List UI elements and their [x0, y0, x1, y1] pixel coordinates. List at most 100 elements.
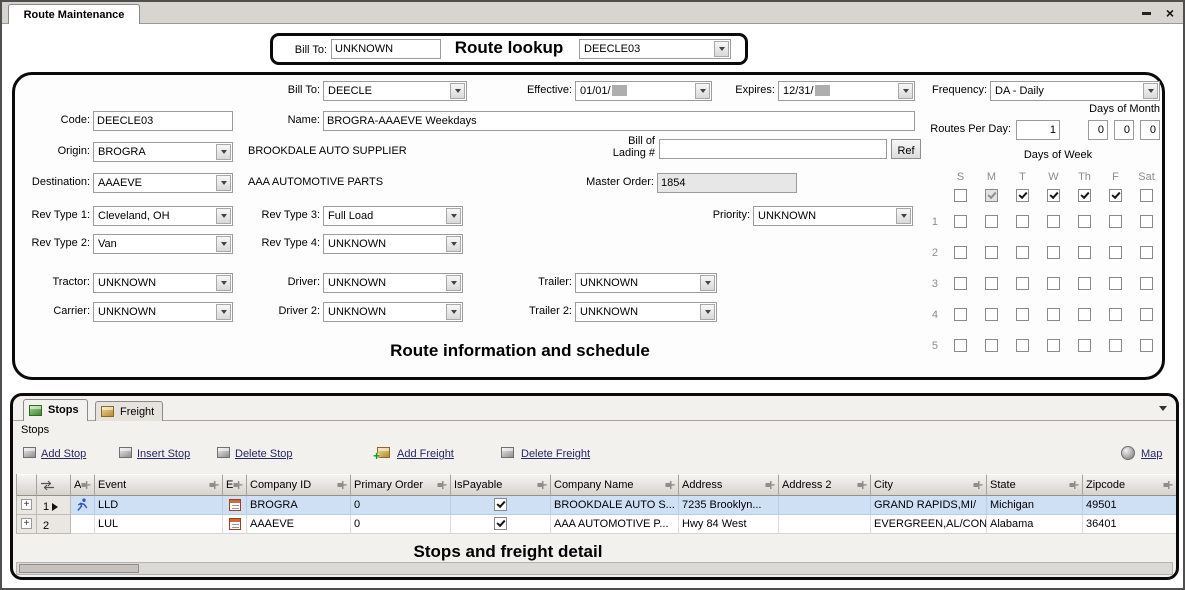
chevron-down-icon[interactable] [700, 304, 715, 320]
cell-event[interactable]: LUL [95, 515, 223, 534]
expand-row-button[interactable]: + [21, 499, 32, 510]
pin-icon[interactable] [973, 480, 983, 490]
row-selector[interactable]: 1 [37, 496, 71, 515]
route-code-select[interactable]: DEECLE03 [579, 39, 731, 59]
schedule-checkbox-3-th[interactable] [1078, 277, 1091, 290]
rev-type-3-select[interactable]: Full Load [323, 206, 463, 226]
schedule-checkbox-1-w[interactable] [1047, 215, 1060, 228]
cell-state[interactable]: Michigan [987, 496, 1083, 515]
origin-select[interactable]: BROGRA [93, 142, 233, 162]
carrier-select[interactable]: UNKNOWN [93, 302, 233, 322]
rev-type-2-select[interactable]: Van [93, 234, 233, 254]
chevron-down-icon[interactable] [898, 83, 913, 99]
days-of-month-input-2[interactable] [1114, 120, 1134, 140]
schedule-checkbox-1-th[interactable] [1078, 215, 1091, 228]
destination-select[interactable]: AAAEVE [93, 173, 233, 193]
close-icon[interactable]: × [1166, 5, 1174, 21]
map-link[interactable]: Map [1141, 448, 1162, 460]
schedule-checkbox-5-w[interactable] [1047, 339, 1060, 352]
code-input[interactable] [93, 111, 233, 131]
ispayable-checkbox[interactable] [494, 498, 507, 511]
cell-city[interactable]: EVERGREEN,AL/CON [871, 515, 987, 534]
driver-2-select[interactable]: UNKNOWN [323, 302, 463, 322]
calendar-icon[interactable] [229, 518, 241, 530]
tab-route-maintenance[interactable]: Route Maintenance [8, 4, 140, 24]
schedule-checkbox-5-sat[interactable] [1140, 339, 1153, 352]
pin-icon[interactable] [537, 480, 547, 490]
schedule-checkbox-3-sat[interactable] [1140, 277, 1153, 290]
schedule-checkbox-5-m[interactable] [985, 339, 998, 352]
schedule-checkbox-4-sat[interactable] [1140, 308, 1153, 321]
cell-company-id[interactable]: AAAEVE [247, 515, 351, 534]
cell-company-id[interactable]: BROGRA [247, 496, 351, 515]
schedule-checkbox-4-m[interactable] [985, 308, 998, 321]
pin-icon[interactable] [765, 480, 775, 490]
schedule-checkbox-5-th[interactable] [1078, 339, 1091, 352]
schedule-checkbox-4-t[interactable] [1016, 308, 1029, 321]
frequency-select[interactable]: DA - Daily [990, 81, 1160, 101]
cell-address-2[interactable] [779, 515, 871, 534]
schedule-checkbox-2-m[interactable] [985, 246, 998, 259]
days-of-month-input-3[interactable] [1140, 120, 1160, 140]
chevron-down-icon[interactable] [450, 83, 465, 99]
chevron-down-icon[interactable] [446, 275, 461, 291]
expires-select[interactable]: 12/31/ [778, 81, 915, 101]
stop-row-1[interactable]: +1LLDBROGRA0BROOKDALE AUTO S...7235 Broo… [17, 496, 1177, 515]
schedule-checkbox-2-f[interactable] [1109, 246, 1122, 259]
trailer-select[interactable]: UNKNOWN [575, 273, 717, 293]
column-header-e[interactable]: E [223, 474, 247, 496]
cell-address[interactable]: 7235 Brooklyn... [679, 496, 779, 515]
schedule-checkbox-1-m[interactable] [985, 215, 998, 228]
chevron-down-icon[interactable] [700, 275, 715, 291]
tab-stops[interactable]: Stops [23, 399, 88, 421]
chevron-down-icon[interactable] [1159, 406, 1167, 411]
pin-icon[interactable] [233, 480, 243, 490]
chevron-down-icon[interactable] [446, 236, 461, 252]
schedule-checkbox-2-s[interactable] [954, 246, 967, 259]
chevron-down-icon[interactable] [446, 304, 461, 320]
schedule-checkbox-3-f[interactable] [1109, 277, 1122, 290]
schedule-checkbox-2-sat[interactable] [1140, 246, 1153, 259]
cell-address[interactable]: Hwy 84 West [679, 515, 779, 534]
routes-per-day-input[interactable] [1016, 120, 1060, 140]
schedule-checkbox-3-t[interactable] [1016, 277, 1029, 290]
chevron-down-icon[interactable] [216, 275, 231, 291]
ispayable-checkbox[interactable] [494, 517, 507, 530]
schedule-checkbox-1-s[interactable] [954, 215, 967, 228]
column-header-state[interactable]: State [987, 474, 1083, 496]
calendar-icon[interactable] [229, 499, 241, 511]
chevron-down-icon[interactable] [714, 41, 729, 57]
schedule-checkbox-2-w[interactable] [1047, 246, 1060, 259]
schedule-checkbox-5-f[interactable] [1109, 339, 1122, 352]
column-header-event[interactable]: Event [95, 474, 223, 496]
chevron-down-icon[interactable] [446, 208, 461, 224]
tractor-select[interactable]: UNKNOWN [93, 273, 233, 293]
schedule-checkbox-4-f[interactable] [1109, 308, 1122, 321]
dow-checkbox-s[interactable] [954, 189, 967, 202]
column-header-company-id[interactable]: Company ID [247, 474, 351, 496]
chevron-down-icon[interactable] [1143, 83, 1158, 99]
column-header-address-2[interactable]: Address 2 [779, 474, 871, 496]
add-freight-link[interactable]: Add Freight [397, 448, 454, 460]
schedule-checkbox-1-t[interactable] [1016, 215, 1029, 228]
schedule-checkbox-4-th[interactable] [1078, 308, 1091, 321]
cell-zipcode[interactable]: 36401 [1083, 515, 1177, 534]
column-header-ispayable[interactable]: IsPayable [451, 474, 551, 496]
chevron-down-icon[interactable] [695, 83, 710, 99]
scrollbar-thumb[interactable] [19, 564, 139, 573]
column-header-company-name[interactable]: Company Name [551, 474, 679, 496]
column-header-zipcode[interactable]: Zipcode [1083, 474, 1177, 496]
schedule-checkbox-1-sat[interactable] [1140, 215, 1153, 228]
lookup-bill-to-input[interactable] [331, 39, 441, 59]
days-of-month-input-1[interactable] [1088, 120, 1108, 140]
schedule-checkbox-2-t[interactable] [1016, 246, 1029, 259]
cell-primary-order[interactable]: 0 [351, 515, 451, 534]
pin-icon[interactable] [209, 480, 219, 490]
pin-icon[interactable] [1163, 480, 1173, 490]
tab-freight[interactable]: Freight [95, 401, 163, 421]
pin-icon[interactable] [337, 480, 347, 490]
priority-select[interactable]: UNKNOWN [753, 206, 913, 226]
cell-address-2[interactable] [779, 496, 871, 515]
schedule-checkbox-3-s[interactable] [954, 277, 967, 290]
rev-type-1-select[interactable]: Cleveland, OH [93, 206, 233, 226]
